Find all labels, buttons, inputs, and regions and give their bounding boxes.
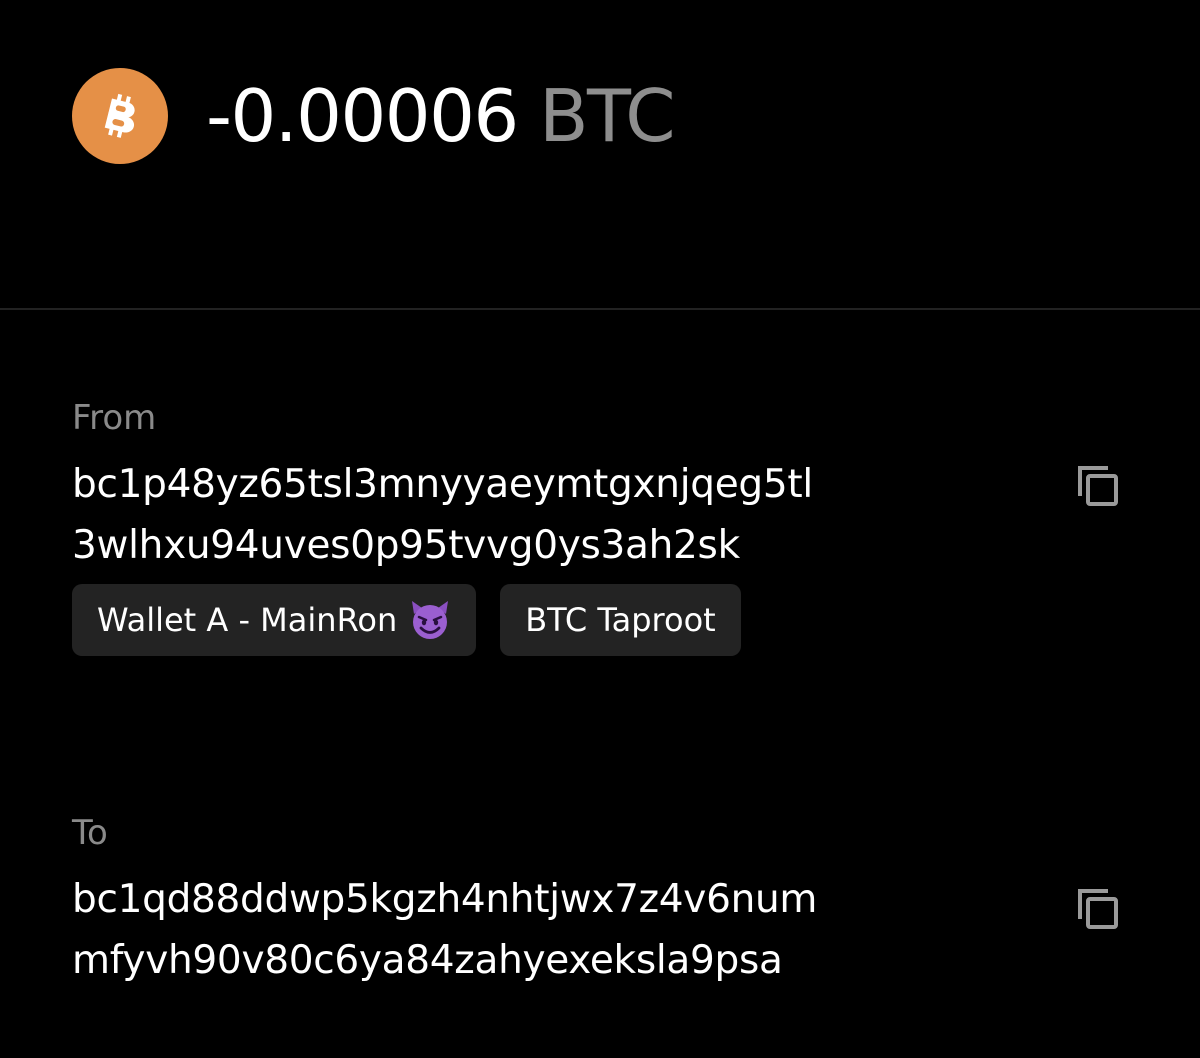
wallet-tag[interactable]: Wallet A - MainRon [72, 584, 477, 656]
address-type-label: BTC Taproot [525, 601, 716, 639]
amount-unit: BTC [539, 74, 675, 158]
bitcoin-icon [72, 68, 168, 164]
from-label: From [72, 398, 157, 438]
copy-to-address-button[interactable] [1070, 881, 1126, 937]
amount-value: -0.00006 [206, 74, 519, 158]
transaction-amount: -0.00006 BTC [206, 80, 676, 152]
copy-icon [1078, 889, 1118, 929]
to-label: To [72, 813, 108, 853]
address-type-tag[interactable]: BTC Taproot [500, 584, 741, 656]
from-address[interactable]: bc1p48yz65tsl3mnyyaeymtgxnjqeg5tl3wlhxu9… [72, 454, 832, 576]
smiling-devil-icon [409, 599, 451, 641]
copy-from-address-button[interactable] [1070, 458, 1126, 514]
divider [0, 308, 1200, 310]
copy-icon [1078, 466, 1118, 506]
from-section: From bc1p48yz65tsl3mnyyaeymtgxnjqeg5tl3w… [72, 396, 1152, 656]
transaction-header: -0.00006 BTC [72, 68, 676, 164]
to-address[interactable]: bc1qd88ddwp5kgzh4nhtjwx7z4v6nummfyvh90v8… [72, 869, 832, 991]
from-tags: Wallet A - MainRon BTC Taproot [72, 584, 1152, 656]
to-section: To bc1qd88ddwp5kgzh4nhtjwx7z4v6nummfyvh9… [72, 811, 1152, 991]
wallet-tag-label: Wallet A - MainRon [97, 601, 398, 639]
